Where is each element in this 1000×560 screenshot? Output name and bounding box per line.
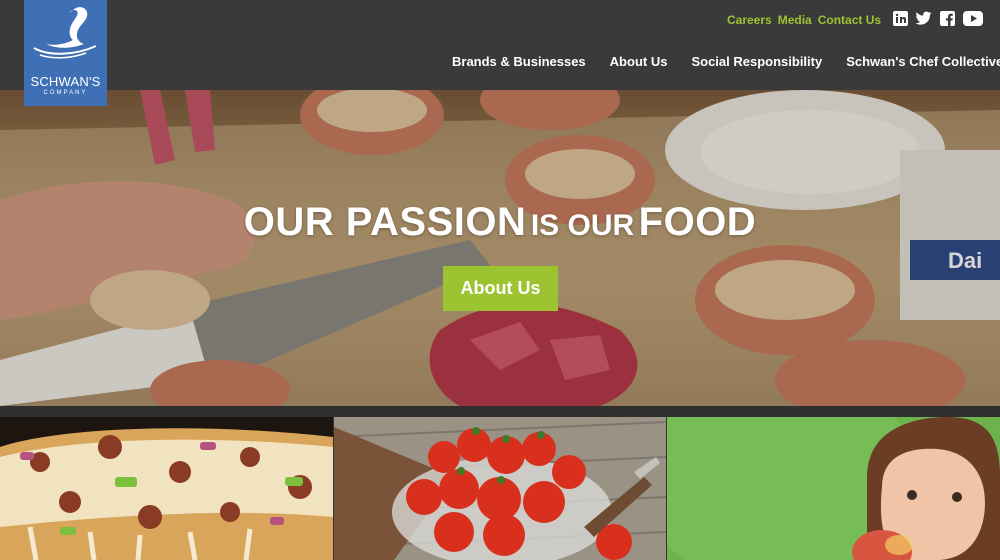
facebook-icon[interactable] xyxy=(940,11,955,27)
child-photo xyxy=(667,417,1000,560)
twitter-icon[interactable] xyxy=(915,11,932,27)
logo-name: SCHWAN'S xyxy=(30,74,101,89)
main-nav: Brands & Businesses About Us Social Resp… xyxy=(452,54,1000,69)
linkedin-icon[interactable] xyxy=(893,11,908,27)
tile-tomatoes[interactable] xyxy=(334,417,666,560)
schwans-logo[interactable]: SCHWAN'S COMPANY xyxy=(24,0,107,106)
media-link[interactable]: Media xyxy=(778,13,812,27)
logo-subtitle: COMPANY xyxy=(43,90,88,96)
site-header: SCHWAN'S COMPANY Careers Media Contact U… xyxy=(0,0,1000,106)
tile-child[interactable] xyxy=(667,417,1000,560)
nav-brands-businesses[interactable]: Brands & Businesses xyxy=(452,54,586,69)
contact-us-link[interactable]: Contact Us xyxy=(818,13,881,27)
careers-link[interactable]: Careers xyxy=(727,13,772,27)
swan-icon xyxy=(33,7,97,59)
nav-chef-collective[interactable]: Schwan's Chef Collective xyxy=(846,54,1000,69)
about-us-button[interactable]: About Us xyxy=(443,266,558,311)
hero-overlay xyxy=(0,90,1000,406)
nav-about-us[interactable]: About Us xyxy=(610,54,668,69)
social-links xyxy=(893,11,983,27)
youtube-icon[interactable] xyxy=(963,11,983,27)
hero-title-part3: FOOD xyxy=(638,200,757,244)
nav-social-responsibility[interactable]: Social Responsibility xyxy=(691,54,822,69)
hero-title: OUR PASSION IS OUR FOOD xyxy=(0,200,1000,245)
tile-pizza[interactable] xyxy=(0,417,333,560)
section-divider xyxy=(0,406,1000,417)
tomatoes-photo xyxy=(334,417,666,560)
hero-title-part1: OUR PASSION xyxy=(243,200,527,244)
utility-nav: Careers Media Contact Us xyxy=(727,13,881,27)
pizza-photo xyxy=(0,428,333,560)
hero-banner: Dai OUR PASSION IS OUR FOOD About Us xyxy=(0,90,1000,406)
hero-title-part2: IS OUR xyxy=(530,209,635,242)
